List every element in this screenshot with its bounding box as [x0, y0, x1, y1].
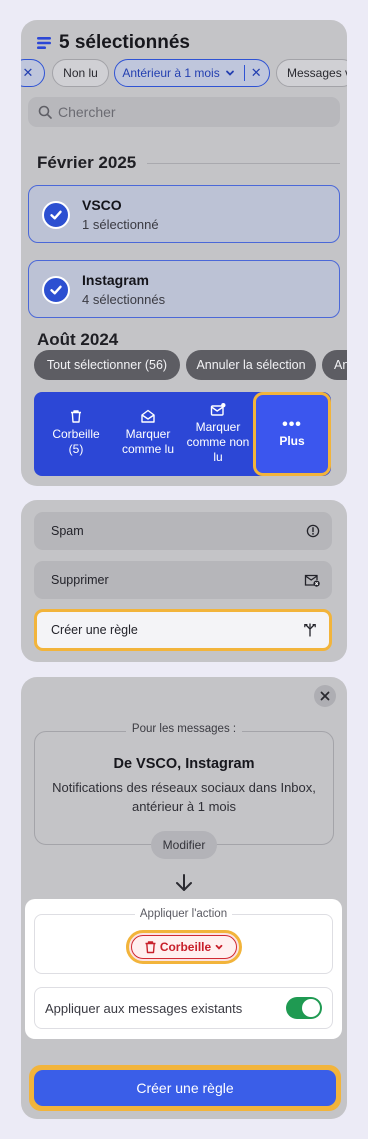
criteria-label: Pour les messages : — [21, 723, 347, 735]
create-rule-highlight: Créer une règle — [29, 1065, 341, 1111]
search-icon — [38, 105, 52, 119]
cancel-selection-button[interactable]: Annuler la sélection — [186, 350, 316, 380]
arrow-down-icon — [176, 874, 192, 891]
envelope-dot-icon — [210, 403, 226, 416]
criteria-description: Notifications des réseaux sociaux dans I… — [52, 780, 316, 814]
check-icon — [50, 285, 62, 295]
close-icon: ✕ — [22, 65, 34, 80]
sender-count: 1 sélectionné — [82, 217, 159, 232]
group-title: Février 2025 — [37, 153, 137, 172]
more-button[interactable]: ••• Plus — [253, 392, 331, 476]
modify-button[interactable]: Modifier — [151, 831, 217, 859]
sender-name: Instagram — [82, 272, 149, 288]
more-menu-panel: Spam Supprimer Créer une règle — [21, 500, 347, 662]
more-selection-button[interactable]: An — [322, 350, 347, 380]
filter-chip-unread[interactable]: Non lu — [52, 59, 109, 87]
select-all-button[interactable]: Tout sélectionner (56) — [34, 350, 180, 380]
close-button[interactable] — [314, 685, 336, 707]
sender-card-vsco[interactable]: VSCO 1 sélectionné — [28, 185, 340, 243]
mark-read-button[interactable]: Marquer comme lu — [112, 392, 184, 476]
action-select[interactable]: Corbeille — [126, 930, 242, 964]
divider — [147, 163, 340, 164]
apply-existing-toggle[interactable] — [286, 997, 322, 1019]
split-arrows-icon — [304, 623, 316, 637]
sender-count: 4 sélectionnés — [82, 292, 166, 307]
chevron-down-icon — [225, 70, 234, 76]
chevron-down-icon — [215, 944, 223, 950]
sender-name: VSCO — [82, 197, 122, 213]
menu-item-create-rule[interactable]: Créer une règle — [34, 609, 332, 651]
selection-panel: 5 sélectionnés ✕ Non lu Antérieur à 1 mo… — [21, 20, 347, 486]
create-rule-panel: Pour les messages : De VSCO, Instagram N… — [21, 677, 347, 1119]
search-input[interactable]: Chercher — [28, 97, 340, 127]
checkbox-checked[interactable] — [42, 201, 70, 229]
create-rule-button[interactable]: Créer une règle — [34, 1070, 336, 1106]
envelope-x-icon — [304, 574, 320, 587]
check-icon — [50, 210, 62, 220]
apply-action-label: Appliquer l'action — [25, 908, 342, 920]
group-title: Août 2024 — [37, 330, 119, 349]
list-icon[interactable] — [37, 36, 51, 50]
criteria-from: De VSCO, Instagram — [113, 756, 255, 772]
ellipsis-icon: ••• — [282, 416, 302, 433]
trash-icon — [145, 941, 156, 954]
filter-chip-messages[interactable]: Messages v — [276, 59, 347, 87]
trash-button[interactable]: Corbeille (5) — [42, 392, 110, 476]
page-title: 5 sélectionnés — [59, 32, 190, 53]
envelope-open-icon — [141, 409, 155, 423]
apply-existing-row: Appliquer aux messages existants — [34, 987, 333, 1029]
filter-chips: ✕ Non lu Antérieur à 1 mois ✕ Messages v — [21, 59, 347, 89]
warning-circle-icon — [306, 524, 320, 538]
trash-icon — [71, 410, 81, 423]
menu-item-delete[interactable]: Supprimer — [34, 561, 332, 599]
close-icon — [320, 691, 330, 701]
menu-item-spam[interactable]: Spam — [34, 512, 332, 550]
filter-chip-older[interactable]: Antérieur à 1 mois ✕ — [114, 59, 270, 87]
clear-filter-button[interactable]: ✕ — [21, 59, 45, 87]
close-icon[interactable]: ✕ — [251, 65, 262, 81]
mark-unread-button[interactable]: Marquer comme non lu — [182, 392, 254, 476]
header: 5 sélectionnés — [37, 28, 190, 58]
sender-card-instagram[interactable]: Instagram 4 sélectionnés — [28, 260, 340, 318]
checkbox-checked[interactable] — [42, 276, 70, 304]
action-card: Appliquer l'action Corbeille Appliquer a… — [25, 899, 342, 1039]
